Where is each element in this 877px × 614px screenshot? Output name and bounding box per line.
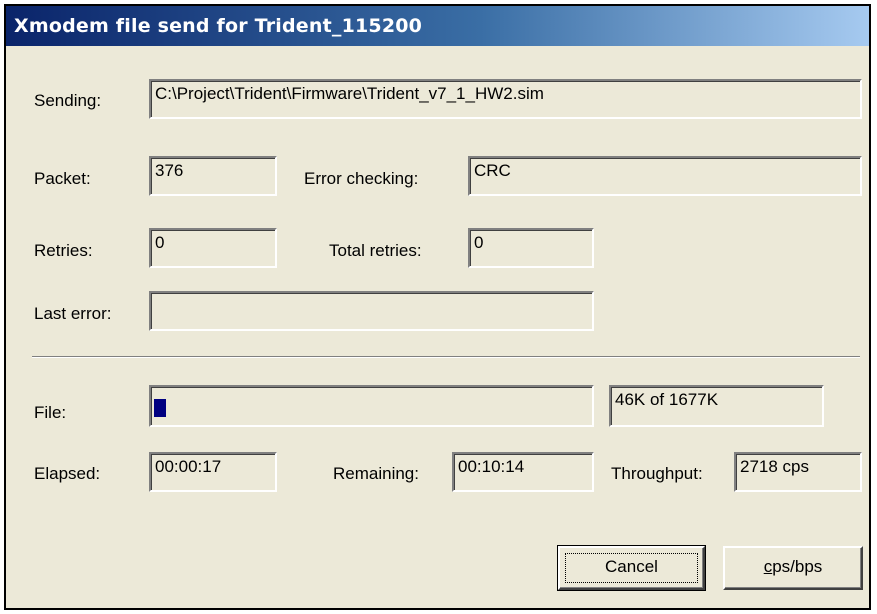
retries-field: 0: [149, 228, 277, 268]
elapsed-label: Elapsed:: [34, 464, 101, 483]
last-error-field: [149, 291, 594, 331]
title-bar[interactable]: Xmodem file send for Trident_115200: [6, 6, 869, 46]
remaining-field: 00:10:14: [452, 452, 594, 492]
cancel-button[interactable]: Cancel: [557, 545, 706, 591]
throughput-label: Throughput:: [611, 464, 703, 483]
file-progress-bar: [149, 385, 594, 427]
last-error-label: Last error:: [34, 304, 112, 323]
error-checking-label: Error checking:: [304, 169, 419, 188]
cps-bps-button-label: cps/bps: [763, 557, 823, 576]
throughput-field: 2718 cps: [734, 452, 862, 492]
window-title: Xmodem file send for Trident_115200: [14, 15, 423, 37]
total-retries-field: 0: [468, 228, 594, 268]
total-retries-label: Total retries:: [329, 241, 422, 260]
file-label: File:: [34, 403, 67, 422]
focus-rect: [565, 553, 698, 583]
remaining-label: Remaining:: [333, 464, 419, 483]
file-progress-text: 46K of 1677K: [609, 385, 824, 427]
cps-bps-button[interactable]: cps/bps: [723, 546, 863, 590]
elapsed-field: 00:00:17: [149, 452, 277, 492]
sending-field: C:\Project\Trident\Firmware\Trident_v7_1…: [149, 79, 862, 119]
file-progress-fill: [154, 399, 166, 417]
separator: [32, 356, 860, 358]
error-checking-field: CRC: [468, 156, 862, 196]
sending-label: Sending:: [34, 91, 102, 110]
retries-label: Retries:: [34, 241, 93, 260]
packet-field: 376: [149, 156, 277, 196]
xmodem-dialog: Xmodem file send for Trident_115200 Send…: [4, 4, 871, 610]
packet-label: Packet:: [34, 169, 91, 188]
